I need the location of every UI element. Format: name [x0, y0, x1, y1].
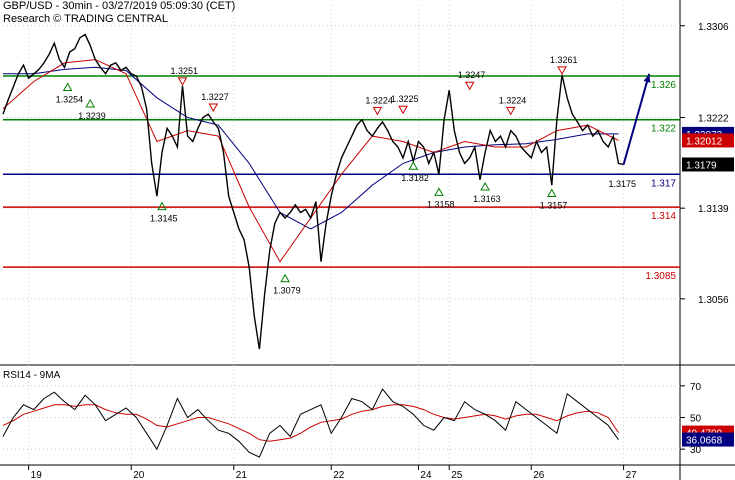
x-tick-label: 25: [451, 470, 463, 480]
level-label: 1.322: [651, 124, 676, 135]
low-label: 1.3079: [273, 286, 301, 296]
x-tick-label: 19: [31, 470, 43, 480]
rsi-tag-label: 36.0668: [686, 436, 723, 447]
low-label: 1.3145: [150, 214, 178, 224]
high-label: 1.3225: [391, 94, 419, 104]
x-tick-label: 22: [333, 470, 345, 480]
level-label: 1.3085: [645, 271, 676, 282]
rsi-label: RSI14 - 9MA: [3, 370, 61, 381]
rsi-tick-label: 50: [690, 414, 702, 425]
low-label: 1.3163: [473, 194, 501, 204]
chart-window: 19 20 21 22 24 25 26 27 1.3306 1.3222 1.3139 1.3056…: [0, 0, 735, 480]
y-tick-label: 1.3222: [698, 114, 729, 125]
low-label: 1.3158: [427, 199, 455, 209]
high-label: 1.3251: [171, 66, 199, 76]
low-label: 1.3157: [540, 201, 568, 211]
low-label: 1.3254: [56, 95, 84, 105]
level-label: 1.317: [651, 178, 676, 189]
chart-credit: Research © TRADING CENTRAL: [3, 13, 168, 25]
level-label: 1.314: [651, 211, 676, 222]
level-label: 1.326: [651, 80, 676, 91]
rsi-tick-label: 70: [690, 382, 702, 393]
high-label: 1.3224: [365, 95, 393, 105]
y-tick-label: 1.3306: [698, 22, 729, 33]
x-tick-label: 26: [533, 470, 545, 480]
rsi-tick-label: 30: [690, 445, 702, 456]
chart-title: GBP/USD - 30min - 03/27/2019 05:09:30 (C…: [3, 0, 236, 12]
y-tick-label: 1.3139: [698, 204, 729, 215]
price-tag-label: 1.32012: [686, 136, 723, 147]
chart-background: [0, 0, 735, 480]
price-chart[interactable]: 19 20 21 22 24 25 26 27 1.3306 1.3222 1.3139 1.3056…: [0, 0, 735, 480]
x-tick-label: 20: [133, 470, 145, 480]
high-label: 1.3261: [550, 55, 578, 65]
y-tick-label: 1.3056: [698, 295, 729, 306]
high-label: 1.3247: [458, 70, 486, 80]
price-tag-label: 1.3179: [686, 160, 717, 171]
x-tick-label: 24: [420, 470, 432, 480]
low-label: 1.3239: [78, 111, 106, 121]
high-label: 1.3224: [499, 95, 527, 105]
x-tick-label: 21: [236, 470, 248, 480]
high-label: 1.3227: [201, 92, 229, 102]
x-tick-label: 27: [626, 470, 638, 480]
low-label: 1.3182: [401, 173, 429, 183]
price-label: 1.3175: [608, 179, 636, 189]
